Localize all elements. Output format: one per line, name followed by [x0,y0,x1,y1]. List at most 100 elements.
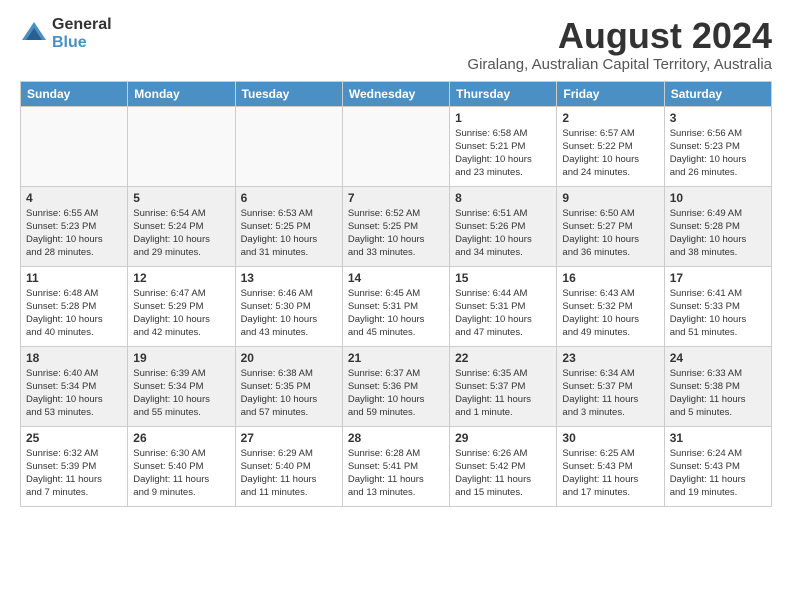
day-info: Sunrise: 6:44 AM Sunset: 5:31 PM Dayligh… [455,287,551,340]
day-number: 12 [133,271,229,285]
day-number: 19 [133,351,229,365]
calendar-cell [128,106,235,186]
day-number: 27 [241,431,337,445]
calendar-week-2: 4Sunrise: 6:55 AM Sunset: 5:23 PM Daylig… [21,186,772,266]
day-number: 26 [133,431,229,445]
day-info: Sunrise: 6:52 AM Sunset: 5:25 PM Dayligh… [348,207,444,260]
calendar-cell: 3Sunrise: 6:56 AM Sunset: 5:23 PM Daylig… [664,106,771,186]
day-info: Sunrise: 6:24 AM Sunset: 5:43 PM Dayligh… [670,447,766,500]
day-info: Sunrise: 6:43 AM Sunset: 5:32 PM Dayligh… [562,287,658,340]
calendar-cell [21,106,128,186]
calendar-cell: 21 Sunrise: 6:37 AM Sunset: 5:36 PM Dayli… [342,346,449,426]
day-info: Sunrise: 6:41 AM Sunset: 5:33 PM Dayligh… [670,287,766,340]
day-number: 7 [348,191,444,205]
calendar-cell: 5 Sunrise: 6:54 AM Sunset: 5:24 PM Daylig… [128,186,235,266]
calendar-cell: 30 Sunrise: 6:25 AM Sunset: 5:43 PM Dayli… [557,426,664,506]
day-info: Sunrise: 6:48 AM Sunset: 5:28 PM Dayligh… [26,287,122,340]
calendar-cell: 26 Sunrise: 6:30 AM Sunset: 5:40 PM Dayli… [128,426,235,506]
calendar-cell: 25Sunrise: 6:32 AM Sunset: 5:39 PM Dayli… [21,426,128,506]
calendar-cell: 18 Sunrise: 6:40 AM Sunset: 5:34 PM Dayli… [21,346,128,426]
day-number: 16 [562,271,658,285]
calendar-cell: 12 Sunrise: 6:47 AM Sunset: 5:29 PM Dayli… [128,266,235,346]
day-info: Sunrise: 6:32 AM Sunset: 5:39 PM Dayligh… [26,447,122,500]
day-info: Sunrise: 6:57 AM Sunset: 5:22 PM Dayligh… [562,127,658,180]
calendar-cell: 6Sunrise: 6:53 AM Sunset: 5:25 PM Daylig… [235,186,342,266]
col-friday: Friday [557,81,664,106]
col-thursday: Thursday [450,81,557,106]
day-info: Sunrise: 6:40 AM Sunset: 5:34 PM Dayligh… [26,367,122,420]
calendar-cell: 17 Sunrise: 6:41 AM Sunset: 5:33 PM Dayli… [664,266,771,346]
day-number: 30 [562,431,658,445]
day-info: Sunrise: 6:58 AM Sunset: 5:21 PM Dayligh… [455,127,551,180]
day-info: Sunrise: 6:45 AM Sunset: 5:31 PM Dayligh… [348,287,444,340]
day-info: Sunrise: 6:38 AM Sunset: 5:35 PM Dayligh… [241,367,337,420]
day-number: 31 [670,431,766,445]
calendar-cell: 11 Sunrise: 6:48 AM Sunset: 5:28 PM Dayli… [21,266,128,346]
col-tuesday: Tuesday [235,81,342,106]
day-number: 18 [26,351,122,365]
calendar-table: Sunday Monday Tuesday Wednesday Thursday… [20,81,772,507]
logo-general: General [52,16,112,34]
day-info: Sunrise: 6:47 AM Sunset: 5:29 PM Dayligh… [133,287,229,340]
calendar-cell: 16 Sunrise: 6:43 AM Sunset: 5:32 PM Dayli… [557,266,664,346]
calendar-cell: 8 Sunrise: 6:51 AM Sunset: 5:26 PM Daylig… [450,186,557,266]
logo-blue: Blue [52,34,112,52]
day-number: 14 [348,271,444,285]
day-info: Sunrise: 6:49 AM Sunset: 5:28 PM Dayligh… [670,207,766,260]
day-number: 21 [348,351,444,365]
calendar-cell: 2 Sunrise: 6:57 AM Sunset: 5:22 PM Daylig… [557,106,664,186]
day-number: 5 [133,191,229,205]
day-info: Sunrise: 6:30 AM Sunset: 5:40 PM Dayligh… [133,447,229,500]
calendar-cell: 28Sunrise: 6:28 AM Sunset: 5:41 PM Dayli… [342,426,449,506]
calendar-cell: 22 Sunrise: 6:35 AM Sunset: 5:37 PM Dayli… [450,346,557,426]
calendar-cell: 19 Sunrise: 6:39 AM Sunset: 5:34 PM Dayli… [128,346,235,426]
day-info: Sunrise: 6:37 AM Sunset: 5:36 PM Dayligh… [348,367,444,420]
day-number: 22 [455,351,551,365]
logo: General Blue [20,16,112,51]
day-number: 15 [455,271,551,285]
day-number: 20 [241,351,337,365]
day-info: Sunrise: 6:53 AM Sunset: 5:25 PM Dayligh… [241,207,337,260]
calendar-title: August 2024 [467,16,772,56]
day-number: 10 [670,191,766,205]
page-header: General Blue August 2024 Giralang, Austr… [20,16,772,73]
day-info: Sunrise: 6:33 AM Sunset: 5:38 PM Dayligh… [670,367,766,420]
col-sunday: Sunday [21,81,128,106]
day-info: Sunrise: 6:25 AM Sunset: 5:43 PM Dayligh… [562,447,658,500]
calendar-week-3: 11 Sunrise: 6:48 AM Sunset: 5:28 PM Dayli… [21,266,772,346]
day-number: 8 [455,191,551,205]
calendar-cell: 20 Sunrise: 6:38 AM Sunset: 5:35 PM Dayli… [235,346,342,426]
col-saturday: Saturday [664,81,771,106]
day-number: 23 [562,351,658,365]
day-number: 9 [562,191,658,205]
calendar-cell: 15 Sunrise: 6:44 AM Sunset: 5:31 PM Dayli… [450,266,557,346]
day-number: 4 [26,191,122,205]
calendar-week-4: 18 Sunrise: 6:40 AM Sunset: 5:34 PM Dayli… [21,346,772,426]
calendar-cell: 13 Sunrise: 6:46 AM Sunset: 5:30 PM Dayli… [235,266,342,346]
calendar-week-5: 25Sunrise: 6:32 AM Sunset: 5:39 PM Dayli… [21,426,772,506]
day-number: 2 [562,111,658,125]
calendar-subtitle: Giralang, Australian Capital Territory, … [467,56,772,73]
day-number: 3 [670,111,766,125]
calendar-cell [235,106,342,186]
calendar-cell [342,106,449,186]
day-info: Sunrise: 6:29 AM Sunset: 5:40 PM Dayligh… [241,447,337,500]
logo-icon [20,20,48,48]
calendar-cell: 4Sunrise: 6:55 AM Sunset: 5:23 PM Daylig… [21,186,128,266]
col-monday: Monday [128,81,235,106]
day-info: Sunrise: 6:51 AM Sunset: 5:26 PM Dayligh… [455,207,551,260]
day-info: Sunrise: 6:46 AM Sunset: 5:30 PM Dayligh… [241,287,337,340]
header-row: Sunday Monday Tuesday Wednesday Thursday… [21,81,772,106]
calendar-cell: 10 Sunrise: 6:49 AM Sunset: 5:28 PM Dayli… [664,186,771,266]
day-number: 11 [26,271,122,285]
day-info: Sunrise: 6:54 AM Sunset: 5:24 PM Dayligh… [133,207,229,260]
calendar-cell: 9 Sunrise: 6:50 AM Sunset: 5:27 PM Daylig… [557,186,664,266]
day-number: 17 [670,271,766,285]
calendar-week-1: 1Sunrise: 6:58 AM Sunset: 5:21 PM Daylig… [21,106,772,186]
day-info: Sunrise: 6:50 AM Sunset: 5:27 PM Dayligh… [562,207,658,260]
day-number: 13 [241,271,337,285]
calendar-cell: 27 Sunrise: 6:29 AM Sunset: 5:40 PM Dayli… [235,426,342,506]
calendar-cell: 24Sunrise: 6:33 AM Sunset: 5:38 PM Dayli… [664,346,771,426]
day-info: Sunrise: 6:39 AM Sunset: 5:34 PM Dayligh… [133,367,229,420]
day-info: Sunrise: 6:35 AM Sunset: 5:37 PM Dayligh… [455,367,551,420]
